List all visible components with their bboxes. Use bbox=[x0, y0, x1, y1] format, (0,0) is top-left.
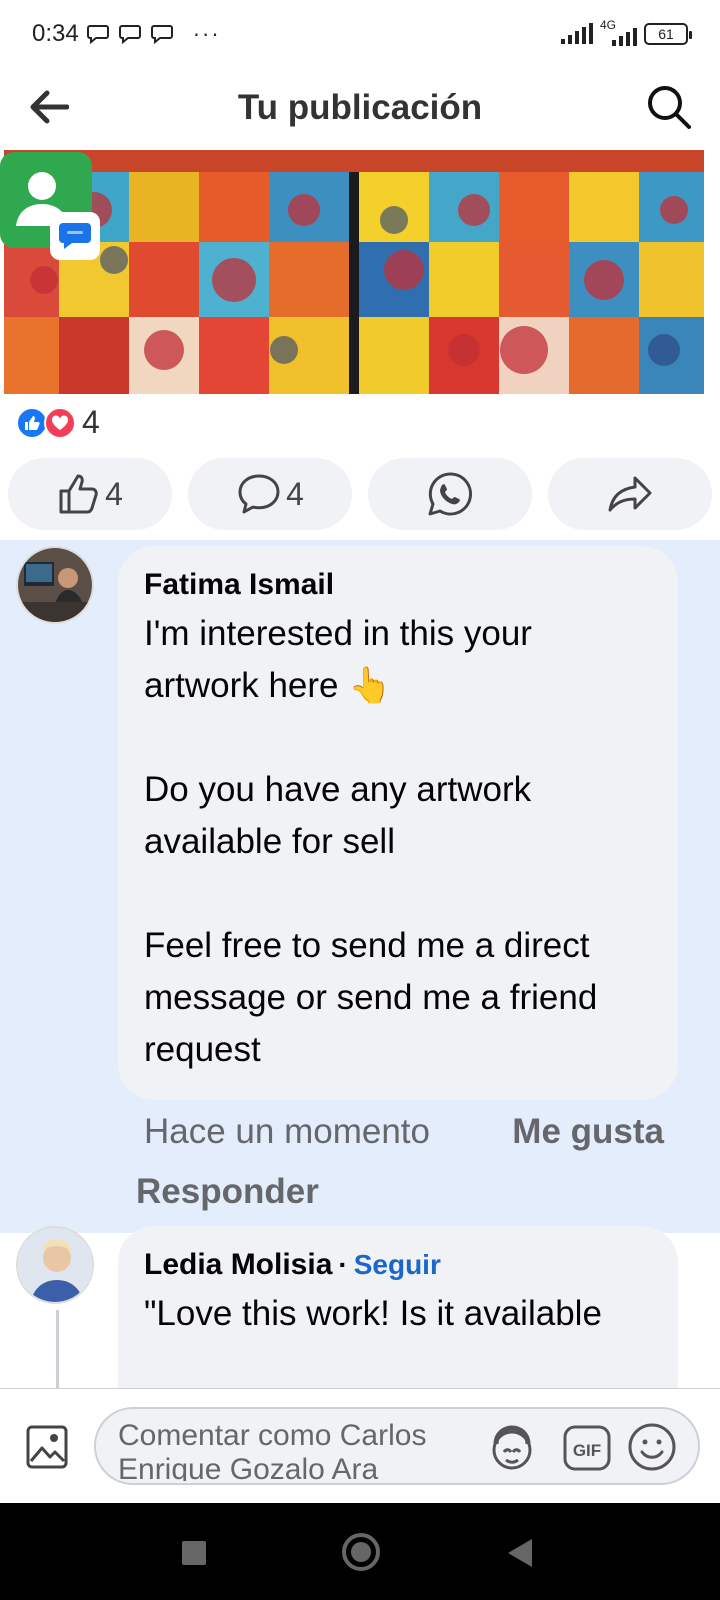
chat-notification-icon bbox=[118, 23, 143, 45]
page-title: Tu publicación bbox=[237, 88, 483, 127]
smiley-icon bbox=[628, 1423, 676, 1471]
thread-line bbox=[56, 1310, 59, 1390]
recent-apps-button[interactable] bbox=[182, 1541, 206, 1565]
comment-composer: Comentar como Carlos Enrique Gozalo Ara … bbox=[0, 1388, 720, 1500]
battery-level: 61 bbox=[658, 26, 674, 42]
follow-button[interactable]: Seguir bbox=[354, 1249, 441, 1281]
avatar[interactable] bbox=[16, 546, 94, 624]
comment-button[interactable]: 4 bbox=[188, 458, 352, 530]
arrow-left-icon bbox=[30, 90, 69, 124]
post-actions: 4 4 bbox=[8, 458, 712, 530]
chat-bubble-icon bbox=[59, 223, 91, 249]
share-arrow-icon bbox=[608, 476, 652, 512]
comment-bubble[interactable]: Ledia Molisia · Seguir "Love this work! … bbox=[118, 1226, 678, 1388]
comment-like-button[interactable]: Me gusta bbox=[512, 1112, 664, 1152]
signal-4g-icon: 4G bbox=[600, 18, 638, 46]
system-back-button[interactable] bbox=[508, 1539, 532, 1567]
comment-text: "Love this work! Is it available bbox=[144, 1294, 602, 1333]
love-reaction-icon bbox=[44, 406, 76, 439]
comment-placeholder: Comentar como Carlos Enrique Gozalo Ara bbox=[118, 1419, 427, 1481]
whatsapp-share-button[interactable] bbox=[368, 458, 532, 530]
comment-time: Hace un momento bbox=[144, 1112, 430, 1151]
comment-icon bbox=[238, 474, 280, 514]
add-photo-button[interactable] bbox=[24, 1421, 70, 1473]
comment-meta: Hace un momento Me gusta bbox=[144, 1112, 704, 1152]
comment-author[interactable]: Ledia Molisia bbox=[144, 1248, 332, 1282]
messages-badge bbox=[50, 212, 100, 260]
gif-button[interactable]: GIF bbox=[562, 1423, 612, 1473]
back-button[interactable] bbox=[24, 82, 74, 132]
avatar[interactable] bbox=[16, 1226, 94, 1304]
search-icon bbox=[648, 86, 691, 129]
chat-notification-icon bbox=[150, 23, 175, 45]
emoji-button[interactable] bbox=[626, 1421, 678, 1473]
reaction-count: 4 bbox=[82, 404, 100, 440]
image-icon bbox=[26, 1425, 68, 1469]
android-navigation-bar bbox=[0, 1503, 720, 1600]
post-image[interactable] bbox=[4, 150, 704, 394]
battery-icon: 61 bbox=[644, 23, 692, 45]
chat-notification-icon bbox=[86, 23, 111, 45]
thumbs-up-icon bbox=[59, 474, 98, 514]
search-button[interactable] bbox=[642, 80, 696, 134]
comment-author[interactable]: Fatima Ismail bbox=[144, 568, 652, 602]
comment-input[interactable]: Comentar como Carlos Enrique Gozalo Ara … bbox=[94, 1407, 700, 1485]
share-button[interactable] bbox=[548, 458, 712, 530]
like-count: 4 bbox=[105, 475, 123, 512]
status-time: 0:34 bbox=[32, 20, 79, 47]
avatar-sticker-icon bbox=[492, 1425, 532, 1470]
comment-reply-button[interactable]: Responder bbox=[136, 1172, 319, 1212]
avatar-sticker-button[interactable] bbox=[486, 1422, 538, 1474]
comment-bubble[interactable]: Fatima Ismail I'm interested in this you… bbox=[118, 546, 678, 1100]
separator-dot: · bbox=[338, 1249, 348, 1280]
comment-count: 4 bbox=[286, 475, 304, 512]
comment-text: I'm interested in this your artwork here… bbox=[144, 614, 598, 1069]
reaction-summary[interactable]: 4 bbox=[16, 404, 100, 441]
whatsapp-icon bbox=[428, 472, 472, 516]
like-button[interactable]: 4 bbox=[8, 458, 172, 530]
top-nav: Tu publicación bbox=[0, 68, 720, 148]
more-notifications-icon: ··· bbox=[192, 21, 221, 46]
status-bar: 0:34 ··· 4G 61 bbox=[0, 0, 720, 68]
svg-text:GIF: GIF bbox=[573, 1441, 601, 1460]
home-button[interactable] bbox=[342, 1533, 380, 1571]
signal-icon bbox=[561, 23, 593, 44]
gif-icon: GIF bbox=[563, 1425, 611, 1471]
